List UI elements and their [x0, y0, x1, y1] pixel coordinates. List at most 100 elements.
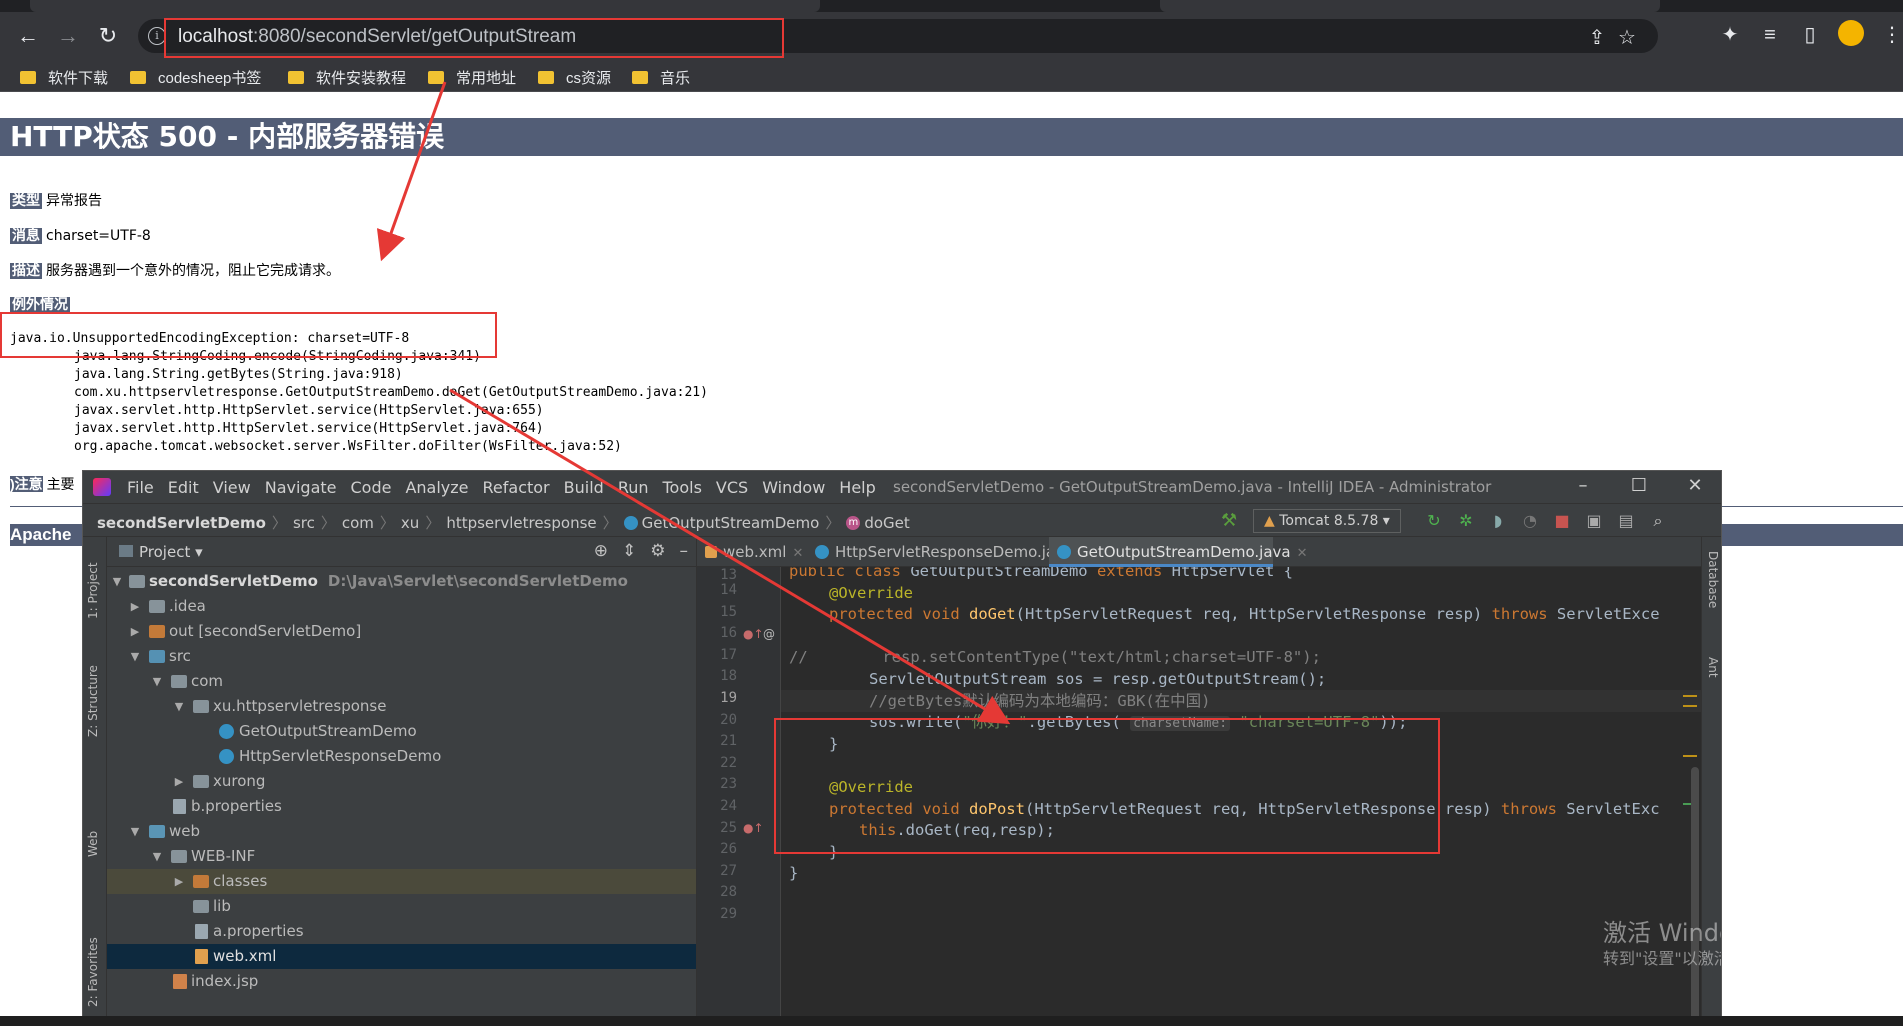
tree-node-root[interactable]: ▼ secondServletDemo D:\Java\Servlet\second…	[107, 569, 696, 594]
menu-file[interactable]: File	[127, 478, 154, 497]
hide-icon[interactable]: –	[680, 541, 689, 561]
editor-scrollbar[interactable]	[1691, 767, 1699, 1025]
side-panel-icon[interactable]: ▯	[1790, 22, 1830, 47]
breadcrumb-class[interactable]: GetOutputStreamDemo	[623, 514, 819, 532]
tree-node[interactable]: ▼ WEB-INF	[107, 844, 696, 869]
chevron-down-icon[interactable]: ▼	[111, 569, 123, 594]
browser-tab[interactable]	[30, 0, 820, 12]
tree-node[interactable]: index.jsp	[107, 969, 696, 994]
tree-node[interactable]: ▼ xu.httpservletresponse	[107, 694, 696, 719]
chevron-right-icon[interactable]: ▶	[173, 769, 185, 794]
tool-window-ant[interactable]: Ant	[1706, 657, 1720, 697]
tree-node[interactable]: a.properties	[107, 919, 696, 944]
tree-node[interactable]: b.properties	[107, 794, 696, 819]
tool-window-project[interactable]: 1: Project	[86, 549, 100, 619]
tree-node[interactable]: ▼ src	[107, 644, 696, 669]
breadcrumb-item[interactable]: com	[342, 514, 374, 532]
back-icon[interactable]: ←	[14, 22, 42, 50]
menu-vcs[interactable]: VCS	[716, 478, 748, 497]
menu-run[interactable]: Run	[618, 478, 649, 497]
share-icon[interactable]: ⇪	[1582, 25, 1612, 50]
menu-code[interactable]: Code	[351, 478, 392, 497]
chevron-down-icon[interactable]: ▼	[151, 844, 163, 869]
build-hammer-icon[interactable]: ⚒	[1221, 510, 1237, 531]
minimize-icon[interactable]: –	[1563, 475, 1603, 496]
tree-node-selected[interactable]: web.xml	[107, 944, 696, 969]
menu-window[interactable]: Window	[762, 478, 825, 497]
chevron-down-icon[interactable]: ▼	[129, 819, 141, 844]
warning-marker[interactable]	[1683, 705, 1697, 707]
forward-icon[interactable]: →	[54, 22, 82, 50]
bookmark-folder[interactable]: codesheep书签	[130, 67, 261, 87]
menu-help[interactable]: Help	[839, 478, 875, 497]
breadcrumb-method[interactable]: m doGet	[846, 514, 910, 532]
close-icon[interactable]: ✕	[1297, 546, 1308, 561]
menu-refactor[interactable]: Refactor	[483, 478, 550, 497]
bookmark-folder[interactable]: 音乐	[632, 67, 690, 87]
maximize-icon[interactable]: ☐	[1619, 475, 1659, 496]
tool-window-favorites[interactable]: 2: Favorites	[86, 927, 100, 1007]
chevron-down-icon[interactable]: ▼	[129, 644, 141, 669]
tool-window-database[interactable]: Database	[1706, 551, 1720, 621]
tree-node[interactable]: ▶ out [secondServletDemo]	[107, 619, 696, 644]
chevron-down-icon[interactable]: ▼	[151, 669, 163, 694]
terminal-icon[interactable]: ▤	[1615, 510, 1637, 532]
stop-icon[interactable]: ■	[1551, 510, 1573, 532]
menu-navigate[interactable]: Navigate	[265, 478, 337, 497]
warning-marker[interactable]	[1683, 695, 1697, 697]
search-icon[interactable]: ⌕	[1647, 510, 1669, 532]
bookmark-folder[interactable]: cs资源	[538, 67, 611, 87]
tab-getoutputstreamdemo[interactable]: GetOutputStreamDemo.java ✕	[1049, 537, 1308, 567]
menu-tools[interactable]: Tools	[663, 478, 702, 497]
reading-list-icon[interactable]: ≡	[1750, 24, 1790, 47]
tree-node[interactable]: HttpServletResponseDemo	[107, 744, 696, 769]
menu-view[interactable]: View	[213, 478, 251, 497]
menu-build[interactable]: Build	[564, 478, 604, 497]
breadcrumb-item[interactable]: xu	[401, 514, 419, 532]
close-icon[interactable]: ✕	[1675, 475, 1715, 496]
override-gutter-icon[interactable]: ●↑	[743, 821, 764, 835]
tree-node[interactable]: ▼ com	[107, 669, 696, 694]
run-configuration-select[interactable]: ▲ Tomcat 8.5.78 ▾	[1253, 509, 1401, 533]
tool-window-structure[interactable]: Z: Structure	[86, 647, 100, 737]
chevron-right-icon[interactable]: ▶	[173, 869, 185, 894]
project-structure-icon[interactable]: ▣	[1583, 510, 1605, 532]
bookmark-folder[interactable]: 软件下载	[20, 67, 108, 87]
tree-node[interactable]: GetOutputStreamDemo	[107, 719, 696, 744]
chevron-right-icon[interactable]: ▶	[129, 619, 141, 644]
profile-icon[interactable]: ◔	[1519, 510, 1541, 532]
tree-node[interactable]: ▶ xurong	[107, 769, 696, 794]
coverage-icon[interactable]: ◗	[1487, 510, 1509, 532]
tree-node[interactable]: ▶ classes	[107, 869, 696, 894]
browser-tab[interactable]	[1160, 0, 1660, 12]
breadcrumb-item[interactable]: httpservletresponse	[446, 514, 596, 532]
bookmark-star-icon[interactable]: ☆	[1612, 25, 1642, 50]
locate-icon[interactable]: ⊕	[594, 541, 608, 561]
menu-edit[interactable]: Edit	[168, 478, 199, 497]
collapse-icon[interactable]: ⇕	[622, 541, 636, 561]
warning-marker[interactable]	[1683, 755, 1697, 757]
close-icon[interactable]: ✕	[792, 546, 803, 561]
gear-icon[interactable]: ⚙	[650, 541, 665, 561]
tree-node[interactable]: ▼ web	[107, 819, 696, 844]
bookmark-folder[interactable]: 常用地址	[428, 67, 516, 87]
reload-icon[interactable]: ↻	[94, 22, 122, 50]
chevron-right-icon[interactable]: ▶	[129, 594, 141, 619]
tree-node[interactable]: ▶ .idea	[107, 594, 696, 619]
extensions-icon[interactable]: ✦	[1710, 22, 1750, 47]
tab-httpservletresponsedemo[interactable]: HttpServletResponseDemo.java✕	[807, 537, 1090, 567]
debug-icon[interactable]: ✲	[1455, 510, 1477, 532]
browser-menu-icon[interactable]: ⋮	[1882, 22, 1902, 47]
tool-window-web[interactable]: Web	[86, 817, 100, 857]
profile-avatar[interactable]	[1838, 20, 1864, 46]
rerun-icon[interactable]: ↻	[1423, 510, 1445, 532]
chevron-down-icon[interactable]: ▼	[173, 694, 185, 719]
menu-analyze[interactable]: Analyze	[405, 478, 468, 497]
tree-node[interactable]: lib	[107, 894, 696, 919]
project-view-select[interactable]: Project ▾	[119, 543, 203, 561]
breadcrumb-item[interactable]: src	[293, 514, 315, 532]
breadcrumb-project[interactable]: secondServletDemo	[97, 514, 266, 532]
tab-web-xml[interactable]: web.xml ✕	[697, 537, 803, 567]
override-gutter-icon[interactable]: ●↑	[743, 627, 764, 641]
bookmark-folder[interactable]: 软件安装教程	[288, 67, 406, 87]
